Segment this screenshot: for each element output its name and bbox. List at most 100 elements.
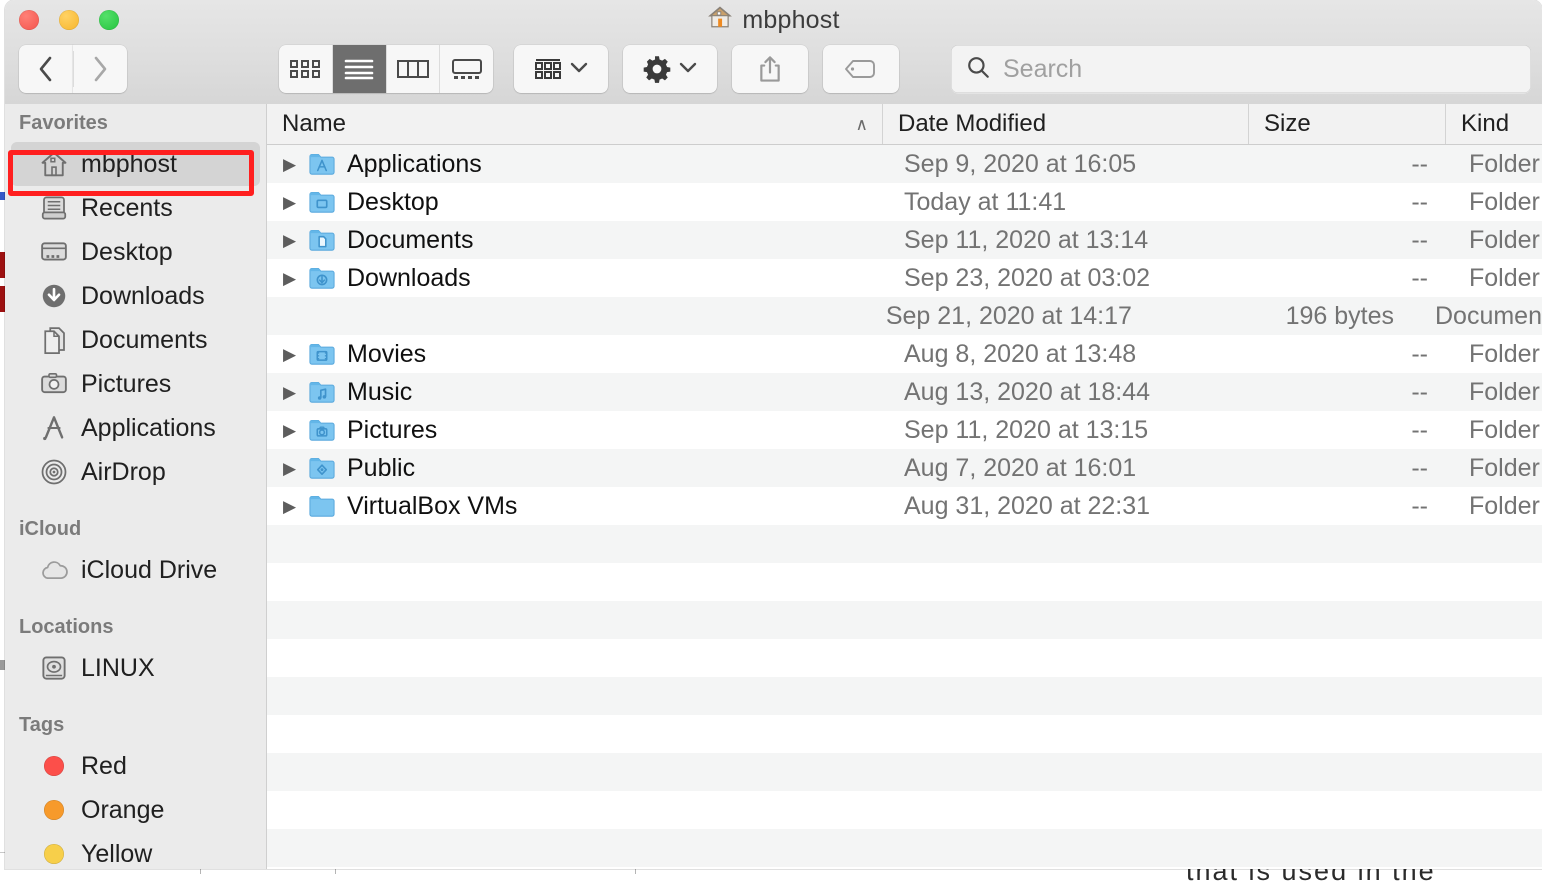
- table-row[interactable]: ▶ DocumentsSep 11, 2020 at 13:14--Folder: [267, 221, 1542, 259]
- cell-kind: Folder: [1446, 378, 1542, 407]
- column-header-size[interactable]: Size: [1249, 104, 1446, 144]
- column-header-date-modified[interactable]: Date Modified: [883, 104, 1249, 144]
- sidebar-section-gap: [5, 592, 266, 608]
- cell-kind: Folder: [1446, 226, 1542, 255]
- gallery-view-button[interactable]: [440, 45, 493, 93]
- window-titlebar[interactable]: mbphost: [5, 0, 1542, 105]
- sidebar-item-recents[interactable]: Recents: [11, 186, 260, 230]
- cell-name[interactable]: ▶ Movies: [267, 339, 883, 369]
- table-row[interactable]: ▶ VirtualBox VMsAug 31, 2020 at 22:31--F…: [267, 487, 1542, 525]
- tag-color-dot: [44, 800, 64, 820]
- table-row[interactable]: ▶ PublicAug 7, 2020 at 16:01--Folder: [267, 449, 1542, 487]
- empty-row: [267, 753, 1542, 791]
- cell-size: --: [1249, 492, 1446, 521]
- gear-icon: [642, 54, 672, 84]
- empty-row: [267, 563, 1542, 601]
- icon-view-button[interactable]: [279, 45, 333, 93]
- table-row[interactable]: ▶ DesktopToday at 11:41--Folder: [267, 183, 1542, 221]
- table-row[interactable]: ▶ MoviesAug 8, 2020 at 13:48--Folder: [267, 335, 1542, 373]
- forward-button[interactable]: [73, 45, 127, 93]
- disclosure-triangle-icon[interactable]: ▶: [283, 270, 297, 287]
- cell-date-modified: Aug 7, 2020 at 16:01: [883, 454, 1249, 483]
- home-icon: [707, 4, 733, 37]
- cell-name[interactable]: ▶ Documents: [267, 225, 883, 255]
- list-view-button[interactable]: [333, 45, 387, 93]
- sidebar-item-orange[interactable]: Orange: [11, 788, 260, 832]
- cell-kind: Folder: [1446, 264, 1542, 293]
- folder-public-icon: [307, 453, 337, 483]
- sidebar-item-icloud-drive[interactable]: iCloud Drive: [11, 548, 260, 592]
- disclosure-triangle-icon[interactable]: ▶: [283, 384, 297, 401]
- cell-size: --: [1249, 340, 1446, 369]
- table-row[interactable]: ▶ ApplicationsSep 9, 2020 at 16:05--Fold…: [267, 145, 1542, 183]
- disclosure-triangle-icon[interactable]: ▶: [283, 346, 297, 363]
- sidebar-item-label: Documents: [81, 326, 207, 355]
- sidebar-item-desktop[interactable]: Desktop: [11, 230, 260, 274]
- arrange-button[interactable]: [514, 45, 608, 93]
- cell-name[interactable]: ▶ Downloads: [267, 263, 883, 293]
- sidebar-item-label: Applications: [81, 414, 216, 443]
- sidebar-item-downloads[interactable]: Downloads: [11, 274, 260, 318]
- column-header-name[interactable]: Name ∧: [267, 104, 883, 144]
- action-menu-button[interactable]: [623, 45, 717, 93]
- cell-kind: Folder: [1446, 340, 1542, 369]
- search-placeholder: Search: [1003, 55, 1082, 84]
- sidebar-item-yellow[interactable]: Yellow: [11, 832, 260, 869]
- cell-name[interactable]: ▶ Desktop: [267, 187, 883, 217]
- back-button[interactable]: [19, 45, 73, 93]
- sidebar-item-pictures[interactable]: Pictures: [11, 362, 260, 406]
- file-list: Name ∧ Date Modified Size Kind ▶ Applica…: [267, 104, 1542, 869]
- sidebar-item-airdrop[interactable]: AirDrop: [11, 450, 260, 494]
- sidebar-item-label: Downloads: [81, 282, 205, 311]
- folder-pictures-icon: [307, 415, 337, 445]
- finder-window: mbphost: [5, 0, 1542, 869]
- tag-dot: [39, 795, 69, 825]
- view-mode-segmented-control[interactable]: [279, 45, 493, 93]
- table-row[interactable]: ▶ PicturesSep 11, 2020 at 13:15--Folder: [267, 411, 1542, 449]
- cell-name[interactable]: ▶ Pictures: [267, 415, 883, 445]
- table-row[interactable]: ▶Sep 21, 2020 at 14:17196 bytesDocumen: [267, 297, 1542, 335]
- disclosure-triangle-icon[interactable]: ▶: [283, 422, 297, 439]
- cell-name[interactable]: ▶: [267, 301, 865, 331]
- cell-size: 196 bytes: [1220, 302, 1412, 331]
- share-button[interactable]: [732, 45, 808, 93]
- sidebar-section-gap: [5, 690, 266, 706]
- sidebar-item-linux[interactable]: LINUX: [11, 646, 260, 690]
- column-header-kind[interactable]: Kind: [1446, 104, 1542, 144]
- folder-applications-icon: [307, 149, 337, 179]
- folder-icon: [307, 491, 337, 521]
- sidebar-item-applications[interactable]: Applications: [11, 406, 260, 450]
- cell-date-modified: Aug 8, 2020 at 13:48: [883, 340, 1249, 369]
- disclosure-triangle-icon[interactable]: ▶: [283, 156, 297, 173]
- sidebar-item-label: Recents: [81, 194, 173, 223]
- cell-name[interactable]: ▶ VirtualBox VMs: [267, 491, 883, 521]
- search-field[interactable]: Search: [951, 45, 1531, 93]
- sidebar-item-label: Desktop: [81, 238, 173, 267]
- disclosure-triangle-icon[interactable]: ▶: [283, 498, 297, 515]
- file-name-label: Movies: [347, 340, 426, 369]
- sidebar-item-mbphost[interactable]: mbphost: [11, 142, 260, 186]
- chevron-down-icon: [678, 60, 698, 79]
- cell-kind: Folder: [1446, 188, 1542, 217]
- table-row[interactable]: ▶ DownloadsSep 23, 2020 at 03:02--Folder: [267, 259, 1542, 297]
- sidebar-item-documents[interactable]: Documents: [11, 318, 260, 362]
- disclosure-triangle-icon[interactable]: ▶: [283, 232, 297, 249]
- empty-row: [267, 715, 1542, 753]
- table-row[interactable]: ▶ MusicAug 13, 2020 at 18:44--Folder: [267, 373, 1542, 411]
- disclosure-triangle-icon[interactable]: ▶: [283, 194, 297, 211]
- cell-name[interactable]: ▶ Music: [267, 377, 883, 407]
- cell-name[interactable]: ▶ Applications: [267, 149, 883, 179]
- column-view-button[interactable]: [387, 45, 441, 93]
- sidebar-item-label: LINUX: [81, 654, 155, 683]
- tags-button[interactable]: [823, 45, 899, 93]
- sidebar-item-label: Red: [81, 752, 127, 781]
- disclosure-triangle-icon[interactable]: ▶: [283, 460, 297, 477]
- cell-name[interactable]: ▶ Public: [267, 453, 883, 483]
- sidebar-item-red[interactable]: Red: [11, 744, 260, 788]
- sidebar-section-gap: [5, 494, 266, 510]
- file-rows: ▶ ApplicationsSep 9, 2020 at 16:05--Fold…: [267, 145, 1542, 869]
- share-icon: [756, 54, 784, 84]
- icloud-drive-icon: [39, 555, 69, 585]
- folder-music-icon: [307, 377, 337, 407]
- cell-date-modified: Aug 31, 2020 at 22:31: [883, 492, 1249, 521]
